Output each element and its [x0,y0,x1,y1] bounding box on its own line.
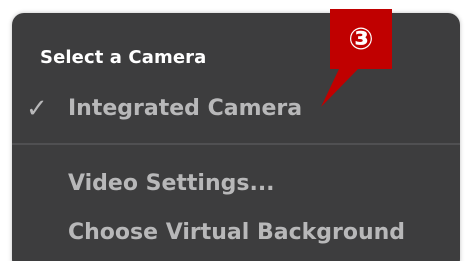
callout-number: ③ [348,22,374,57]
menu-item-label: Integrated Camera [68,96,303,121]
menu-header: Select a Camera [40,47,207,68]
menu-item-integrated-camera[interactable]: ✓ Integrated Camera [12,86,460,132]
menu-item-virtual-background[interactable]: Choose Virtual Background [12,210,460,256]
camera-dropdown-menu: Select a Camera ✓ Integrated Camera Vide… [12,13,460,261]
menu-divider [12,143,460,145]
menu-item-video-settings[interactable]: Video Settings... [12,161,460,207]
check-icon: ✓ [26,94,48,124]
menu-item-label: Choose Virtual Background [68,220,406,245]
menu-item-label: Video Settings... [68,171,275,196]
screenshot-page: Select a Camera ✓ Integrated Camera Vide… [0,0,470,261]
